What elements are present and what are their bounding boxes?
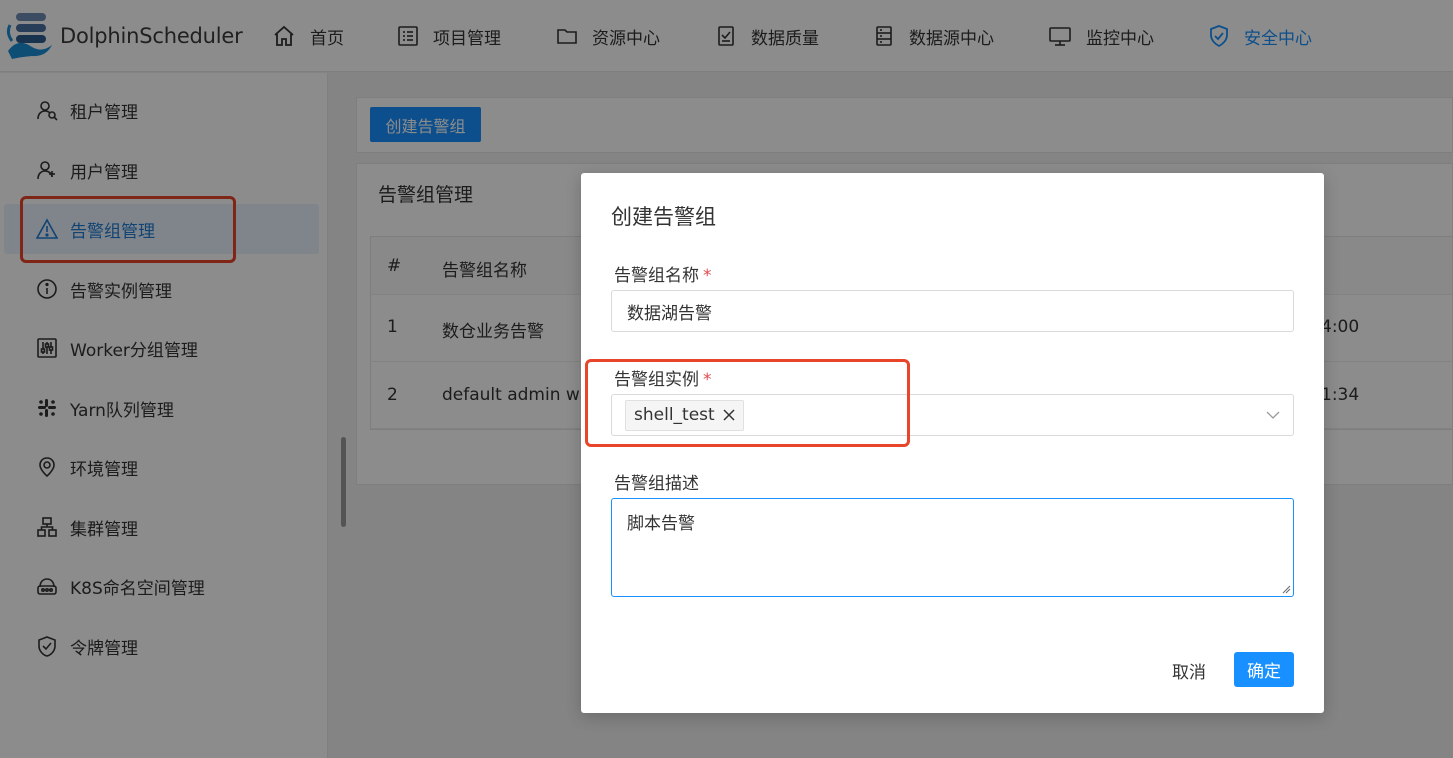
name-label: 告警组名称 * bbox=[614, 261, 712, 286]
modal-title: 创建告警组 bbox=[611, 205, 716, 229]
name-label-text: 告警组名称 bbox=[614, 266, 699, 286]
create-alert-group-modal: 创建告警组 告警组名称 * 数据湖告警 告警组实例 * shell_test 告警组… bbox=[581, 173, 1324, 713]
alert-group-description-input[interactable]: 脚本告警 bbox=[611, 498, 1294, 597]
required-mark: * bbox=[703, 266, 712, 286]
name-input-value: 数据湖告警 bbox=[627, 303, 712, 324]
resize-handle-icon[interactable] bbox=[1281, 584, 1291, 594]
instance-highlight-box bbox=[585, 359, 910, 447]
desc-input-value: 脚本告警 bbox=[627, 514, 695, 534]
alert-group-name-input[interactable]: 数据湖告警 bbox=[611, 290, 1294, 332]
chevron-down-icon[interactable] bbox=[1265, 407, 1281, 423]
desc-label-text: 告警组描述 bbox=[614, 474, 699, 494]
confirm-button[interactable]: 确定 bbox=[1234, 652, 1294, 687]
cancel-button[interactable]: 取消 bbox=[1161, 653, 1217, 687]
desc-label: 告警组描述 bbox=[614, 469, 699, 494]
